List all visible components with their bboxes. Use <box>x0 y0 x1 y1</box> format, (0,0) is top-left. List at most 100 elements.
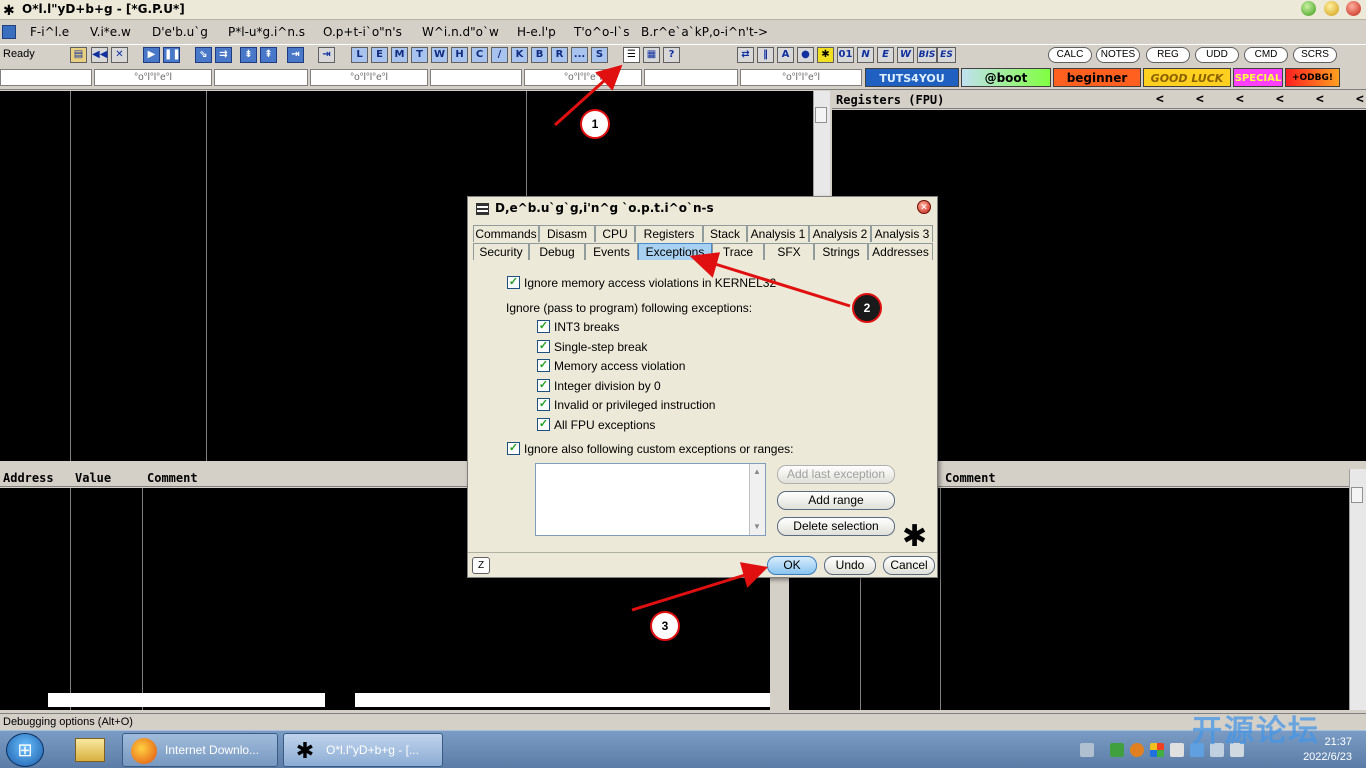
tab-commands[interactable]: Commands <box>473 225 539 242</box>
stack-scrollbar[interactable] <box>1349 469 1366 710</box>
toolbar-n[interactable]: N <box>857 47 874 63</box>
registers-chevron[interactable]: < <box>1356 91 1364 109</box>
dialog-close-button[interactable]: ✕ <box>917 200 931 214</box>
check-icon[interactable]: ✓ <box>537 320 550 333</box>
cmd-field-5[interactable] <box>430 69 522 86</box>
pause-icon[interactable]: ❚❚ <box>163 47 181 63</box>
toolbar-letter-t[interactable]: T <box>411 47 428 63</box>
registers-chevron[interactable]: < <box>1156 91 1164 109</box>
scroll-down-icon[interactable]: ▼ <box>753 522 761 531</box>
toolbar-letter-slash[interactable]: / <box>491 47 508 63</box>
toolbar-letter-h[interactable]: H <box>451 47 468 63</box>
menu-file[interactable]: F-i^l.e <box>30 25 69 39</box>
tab-strings[interactable]: Strings <box>814 243 868 260</box>
registers-chevron[interactable]: < <box>1236 91 1244 109</box>
pause2-icon[interactable]: ‖ <box>757 47 774 63</box>
windows-start-icon[interactable]: ⊞ <box>6 733 44 767</box>
check-icon[interactable]: ✓ <box>537 418 550 431</box>
tab-analysis-2[interactable]: Analysis 2 <box>809 225 871 242</box>
menu-options[interactable]: O.p+t-i`o"n's <box>323 25 402 39</box>
toolbar-letter-s[interactable]: S <box>591 47 608 63</box>
menu-help[interactable]: H-e.l'p <box>517 25 556 39</box>
ok-button[interactable]: OK <box>767 556 817 575</box>
menu-window[interactable]: W^i.n.d"o`w <box>422 25 499 39</box>
stack-scroll-thumb[interactable] <box>1351 487 1363 503</box>
binary-icon[interactable]: 01 <box>837 47 854 63</box>
cmd-field-7[interactable] <box>644 69 738 86</box>
menu-debug[interactable]: D'e'b.u`g <box>152 25 208 39</box>
registers-chevron[interactable]: < <box>1276 91 1284 109</box>
cancel-button[interactable]: Cancel <box>883 556 935 575</box>
dump-hscroll-track[interactable] <box>48 693 325 707</box>
taskbar-item-ollydbg[interactable]: ✱ O*l.l"yD+b+g - [... <box>283 733 443 767</box>
open-icon[interactable]: ▤ <box>70 47 87 63</box>
tuts4you-badge[interactable]: TUTS4YOU <box>865 68 959 87</box>
tab-debug[interactable]: Debug <box>529 243 585 260</box>
search-icon[interactable] <box>1130 743 1144 757</box>
tab-registers[interactable]: Registers <box>635 225 703 242</box>
dump-hscroll-track[interactable] <box>355 693 770 707</box>
check-icon[interactable]: ✓ <box>507 276 520 289</box>
toolbar-es[interactable]: ES <box>937 47 956 63</box>
toolbar-letter-m[interactable]: M <box>391 47 408 63</box>
cmd-button[interactable]: CMD <box>1244 47 1288 63</box>
explorer-pinned[interactable] <box>70 733 110 767</box>
keyboard-icon[interactable] <box>1080 743 1094 757</box>
menu-view[interactable]: V.i*e.w <box>90 25 131 39</box>
goto-icon[interactable]: ⇥ <box>318 47 335 63</box>
cmd-field-6[interactable]: °o°l°l°e°l <box>524 69 642 86</box>
reg-button[interactable]: REG <box>1146 47 1190 63</box>
dump-col-address[interactable]: Address <box>3 469 54 487</box>
odbg-badge[interactable]: +ODBG! 10 <box>1285 68 1340 102</box>
toolbar-e[interactable]: E <box>877 47 894 63</box>
restart-icon[interactable]: ◀◀ <box>91 47 108 63</box>
debugging-options-icon[interactable]: ☰ <box>623 47 640 63</box>
tab-addresses[interactable]: Addresses <box>868 243 933 260</box>
taskbar-item-ie[interactable]: Internet Downlo... <box>122 733 278 767</box>
step-over-icon[interactable]: ⇉ <box>215 47 232 63</box>
calc-button[interactable]: CALC <box>1048 47 1092 63</box>
minimize-button[interactable] <box>1301 1 1316 16</box>
record-icon[interactable]: ● <box>797 47 814 63</box>
check-icon[interactable]: ✓ <box>537 379 550 392</box>
scrs-button[interactable]: SCRS <box>1293 47 1337 63</box>
maximize-button[interactable] <box>1324 1 1339 16</box>
help-icon[interactable]: ? <box>663 47 680 63</box>
list-scrollbar[interactable]: ▲ ▼ <box>749 464 765 535</box>
trace-over-icon[interactable]: ⇞ <box>260 47 277 63</box>
tab-disasm[interactable]: Disasm <box>539 225 595 242</box>
add-last-exception-button[interactable]: Add last exception <box>777 465 895 484</box>
cmd-field-2[interactable]: °o°l°l°e°l <box>94 69 212 86</box>
undo-button[interactable]: Undo <box>824 556 876 575</box>
toolbar-letter-dots[interactable]: ... <box>571 47 588 63</box>
trace-into-icon[interactable]: ⇟ <box>240 47 257 63</box>
tab-analysis-1[interactable]: Analysis 1 <box>747 225 809 242</box>
custom-exceptions-list[interactable]: ▲ ▼ <box>535 463 766 536</box>
toolbar-letter-w[interactable]: W <box>431 47 448 63</box>
close-program-icon[interactable]: ✕ <box>111 47 128 63</box>
tab-analysis-3[interactable]: Analysis 3 <box>871 225 933 242</box>
check-icon[interactable]: ✓ <box>507 442 520 455</box>
notes-button[interactable]: NOTES <box>1096 47 1140 63</box>
registers-chevron[interactable]: < <box>1316 91 1324 109</box>
add-range-button[interactable]: Add range <box>777 491 895 510</box>
delete-selection-button[interactable]: Delete selection <box>777 517 895 536</box>
tab-cpu[interactable]: CPU <box>595 225 635 242</box>
udd-button[interactable]: UDD <box>1195 47 1239 63</box>
menu-breakpoint[interactable]: B.r^e`a`kP,o-i^n't-> <box>641 25 768 39</box>
cmd-field-4[interactable]: °o°l°l°e°l <box>310 69 428 86</box>
tab-trace[interactable]: Trace <box>712 243 764 260</box>
bug-icon[interactable]: ✱ <box>817 47 834 63</box>
boot-badge[interactable]: @boot <box>961 68 1051 87</box>
toolbar-letter-e[interactable]: E <box>371 47 388 63</box>
toolbar-letter-c[interactable]: C <box>471 47 488 63</box>
step-into-icon[interactable]: ⇘ <box>195 47 212 63</box>
swap-icon[interactable]: ⇄ <box>737 47 754 63</box>
dump-col-comment[interactable]: Comment <box>147 469 198 487</box>
check-icon[interactable]: ✓ <box>537 398 550 411</box>
execute-till-return-icon[interactable]: ⇥ <box>287 47 304 63</box>
scroll-up-icon[interactable]: ▲ <box>753 467 761 476</box>
printer-icon[interactable] <box>1170 743 1184 757</box>
tab-exceptions[interactable]: Exceptions <box>638 243 712 260</box>
beginner-badge[interactable]: beginner <box>1053 68 1141 87</box>
